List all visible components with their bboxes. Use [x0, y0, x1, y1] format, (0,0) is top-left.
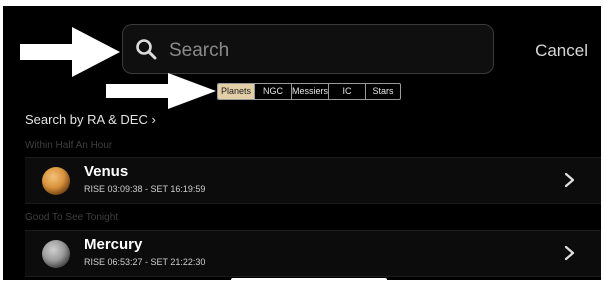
rise-set-times: RISE 03:09:38 - SET 16:19:59 [84, 184, 206, 194]
mercury-icon [42, 240, 70, 268]
tab-ngc[interactable]: NGC [255, 84, 292, 99]
home-indicator[interactable] [231, 278, 387, 280]
tab-messiers[interactable]: Messiers [292, 84, 329, 99]
rise-set-times: RISE 06:53:27 - SET 21:22:30 [84, 257, 206, 267]
arrow-annotation-icon [106, 73, 216, 109]
scope-segmented-control: Planets NGC Messiers IC Stars [217, 83, 401, 100]
search-input[interactable] [167, 35, 471, 67]
section-header: Good To See Tonight [25, 212, 119, 223]
arrow-annotation-icon [20, 27, 120, 77]
search-field[interactable] [122, 24, 494, 74]
chevron-right-icon [564, 245, 575, 261]
tab-stars[interactable]: Stars [366, 84, 400, 99]
venus-icon [42, 167, 70, 195]
planet-name: Venus [84, 163, 129, 180]
tab-planets[interactable]: Planets [218, 84, 255, 99]
planet-name: Mercury [84, 236, 143, 253]
list-item-venus[interactable]: Venus RISE 03:09:38 - SET 16:19:59 [25, 157, 601, 204]
search-icon [136, 39, 157, 60]
search-by-ra-dec-link[interactable]: Search by RA & DEC › [25, 112, 156, 127]
chevron-right-icon [564, 172, 575, 188]
search-screen: Cancel Planets NGC Messiers IC Stars Sea… [3, 6, 601, 280]
section-header: Within Half An Hour [25, 140, 113, 151]
tab-ic[interactable]: IC [329, 84, 366, 99]
cancel-button[interactable]: Cancel [535, 41, 588, 61]
list-item-mercury[interactable]: Mercury RISE 06:53:27 - SET 21:22:30 [25, 230, 601, 277]
